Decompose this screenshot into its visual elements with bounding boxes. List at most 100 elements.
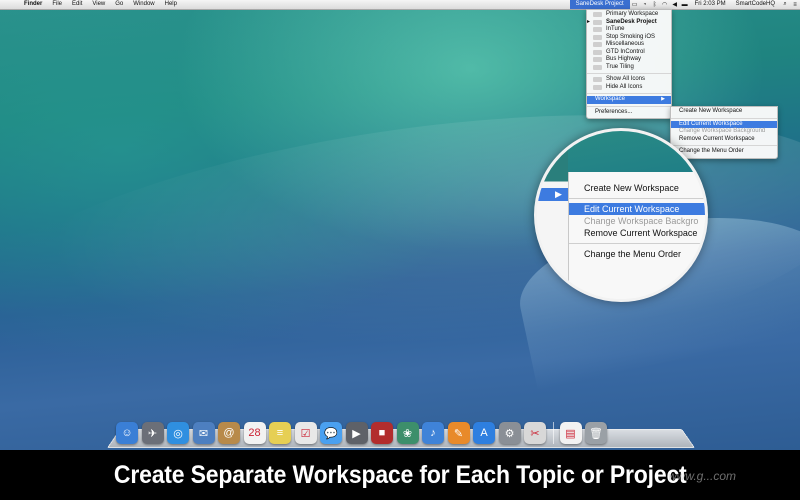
status-area: SaneDesk Project ▭ ◔ ᛒ ◠ ◀ ▬ Fri 2:03 PM… (569, 0, 800, 9)
submenu-arrow-icon: ▶ (661, 96, 665, 102)
workspace-label: GTD InControl (606, 48, 645, 55)
menu-separator (587, 105, 671, 107)
menu-item-label: Show All Icons (606, 76, 646, 82)
workspace-label: Stop Smoking iOS (606, 33, 656, 40)
magnifier-lens: ▶ Create New Workspace Edit Current Work… (534, 128, 708, 302)
magnified-submenu: Create New Workspace Edit Current Worksp… (568, 172, 705, 299)
menu-item-label: Workspace (595, 96, 625, 102)
magnified-remove-current-workspace: Remove Current Workspace (584, 228, 698, 238)
ibooks-icon[interactable]: ✎ (447, 422, 470, 444)
menu-separator (587, 93, 671, 94)
battery-icon[interactable]: ▬ (680, 2, 690, 8)
launchpad-icon[interactable]: ✈ (141, 422, 164, 444)
dock-separator (552, 422, 554, 444)
workspace-label: Miscellaneous (606, 41, 645, 47)
reminders-icon[interactable]: ☑ (294, 422, 317, 444)
menu-item-label: Edit Current Workspace (679, 120, 743, 127)
document-icon[interactable]: ▤ (559, 422, 582, 444)
workspace-swatch-icon (593, 57, 602, 63)
notes-icon[interactable]: ≡ (269, 422, 291, 444)
magnified-main-menu-edge: ▶ (537, 131, 568, 299)
menu-finder[interactable]: Finder (19, 0, 47, 9)
workspace-label: Primary Workspace (606, 11, 659, 17)
trash-icon[interactable]: 🗑 (585, 422, 607, 444)
workspace-swatch-icon (593, 42, 602, 48)
messages-icon[interactable]: 💬 (320, 422, 342, 444)
workspace-swatch-icon (593, 12, 602, 18)
itunes-icon[interactable]: ♪ (422, 422, 444, 444)
menu-view[interactable]: View (87, 0, 110, 9)
workspace-item-miscellaneous[interactable]: Miscellaneous (587, 41, 671, 49)
caption-text: Create Separate Workspace for Each Topic… (113, 460, 687, 489)
submenu-arrow-icon: ▶ (555, 189, 562, 199)
iphoto-icon[interactable]: ❀ (396, 422, 419, 444)
preferences-item[interactable]: Preferences... (587, 109, 671, 117)
hide-all-icons-item[interactable]: Hide All Icons (587, 84, 671, 92)
notification-center-icon[interactable]: ≡ (790, 2, 800, 8)
edit-current-workspace-item[interactable]: Edit Current Workspace (671, 120, 777, 128)
workspace-submenu-item[interactable]: Workspace ▶ (587, 96, 671, 104)
calendar-icon[interactable]: 28 (243, 422, 266, 444)
contacts-icon[interactable]: @ (218, 422, 240, 444)
menu-window[interactable]: Window (128, 0, 159, 9)
hide-icons-swatch-icon (593, 84, 602, 90)
facetime-icon[interactable]: ▶ (345, 422, 368, 444)
workspace-swatch-icon (593, 64, 602, 70)
menu-item-label: Create New Workspace (679, 108, 743, 114)
workspace-item-intune[interactable]: InTune (587, 26, 671, 34)
safari-icon[interactable]: ◎ (167, 422, 189, 444)
magnified-create-new-workspace: Create New Workspace (584, 183, 679, 193)
wifi-icon[interactable]: ◠ (660, 1, 670, 8)
mail-icon[interactable]: ✉ (192, 422, 215, 444)
show-all-icons-item[interactable]: Show All Icons (587, 76, 671, 84)
workspace-label: SaneDesk Project (606, 18, 657, 25)
workspace-swatch-icon (593, 34, 602, 40)
magnified-wallpaper (568, 131, 705, 172)
finder-icon[interactable]: ☺ (116, 422, 138, 444)
workspace-label: InTune (606, 26, 625, 32)
workspace-item-sanedesk[interactable]: ▸ SaneDesk Project (587, 19, 671, 27)
sanedesk-status-menu[interactable]: SaneDesk Project (569, 0, 630, 9)
menu-separator (587, 73, 671, 74)
workspace-item-stop-smoking[interactable]: Stop Smoking iOS (587, 34, 671, 42)
magnified-change-workspace-background: Change Workspace Backgro (584, 216, 699, 226)
clock[interactable]: Fri 2:03 PM (690, 0, 731, 9)
menu-help[interactable]: Help (160, 0, 182, 9)
volume-icon[interactable]: ◀ (670, 1, 680, 8)
menu-separator (569, 198, 705, 199)
menu-item-label: Preferences... (595, 108, 633, 115)
dock: ☺ ✈ ◎ ✉ @28 ≡ ☑ 💬 ▶ ■ ❀ ♪ ✎ A ⚙ ✂ ▤ 🗑 (116, 416, 686, 444)
workspace-item-bus-highway[interactable]: Bus Highway (587, 56, 671, 64)
workspace-swatch-icon (593, 19, 602, 25)
magnified-change-menu-order: Change the Menu Order (584, 249, 682, 259)
sanedesk-dropdown-menu: Primary Workspace ▸ SaneDesk Project InTu… (586, 9, 672, 119)
menu-separator (569, 243, 705, 244)
spotlight-search-icon[interactable]: ⌕ (780, 1, 790, 8)
photo-booth-icon[interactable]: ■ (371, 422, 393, 444)
workspace-item-primary[interactable]: Primary Workspace (587, 11, 671, 19)
create-new-workspace-item[interactable]: Create New Workspace (671, 108, 777, 116)
bluetooth-icon[interactable]: ᛒ (650, 2, 660, 8)
workspace-swatch-icon (593, 27, 602, 33)
system-preferences-icon[interactable]: ⚙ (498, 422, 521, 444)
menu-file[interactable]: File (47, 0, 67, 9)
workspace-item-gtd[interactable]: GTD InControl (587, 49, 671, 57)
magnified-edit-current-workspace: Edit Current Workspace (569, 203, 705, 215)
magnified-workspace-row (537, 188, 568, 201)
menu-bar: Finder File Edit View Go Window Help San… (0, 0, 800, 10)
menu-go[interactable]: Go (110, 0, 128, 9)
menu-item-label: Hide All Icons (606, 83, 643, 90)
preview-icon[interactable]: ✂ (524, 422, 546, 444)
watermark: www.g...com (668, 469, 737, 483)
workspace-label: True Tiling (606, 63, 634, 70)
workspace-label: Bus Highway (606, 56, 642, 62)
app-store-icon[interactable]: A (473, 422, 495, 444)
menu-separator (671, 117, 777, 119)
menu-edit[interactable]: Edit (67, 0, 87, 9)
user-menu[interactable]: SmartCodeHQ (731, 0, 780, 9)
workspace-swatch-icon (593, 49, 602, 55)
display-icon[interactable]: ▭ (630, 1, 640, 8)
show-icons-swatch-icon (593, 77, 602, 83)
workspace-item-true-tiling[interactable]: True Tiling (587, 64, 671, 72)
time-machine-icon[interactable]: ◔ (640, 2, 650, 8)
